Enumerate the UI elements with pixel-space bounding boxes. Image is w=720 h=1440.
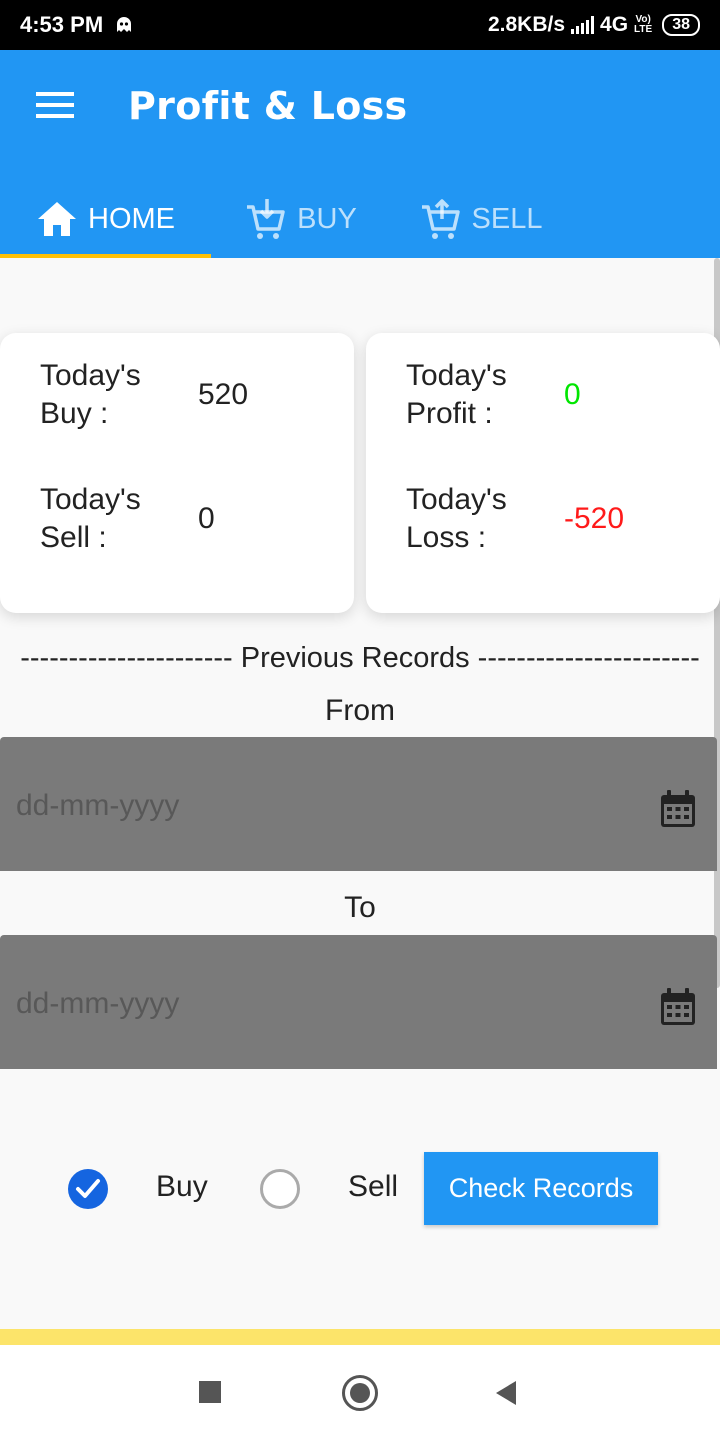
- calendar-icon[interactable]: [659, 987, 697, 1027]
- previous-records-title: ---------------------- Previous Records …: [20, 642, 700, 674]
- status-left: 4:53 PM: [20, 12, 135, 38]
- notification-icon: [117, 17, 132, 32]
- to-date-field[interactable]: [0, 935, 717, 1069]
- today-buy-value: 520: [198, 378, 249, 411]
- tab-buy[interactable]: BUY: [211, 180, 391, 258]
- today-sell-label: Today's Sell :: [40, 483, 141, 554]
- from-date-input[interactable]: [16, 789, 616, 823]
- back-icon[interactable]: [496, 1381, 516, 1405]
- volte-icon: Vo) LTE: [634, 15, 652, 35]
- from-date-field[interactable]: [0, 737, 717, 871]
- app-bar: Profit & Loss HOME BUY SELL: [0, 50, 720, 258]
- home-nav-icon[interactable]: [342, 1375, 378, 1411]
- from-label: From: [325, 694, 395, 727]
- buy-option-label[interactable]: Buy: [156, 1170, 208, 1204]
- check-records-button[interactable]: Check Records: [424, 1152, 658, 1225]
- tab-sell[interactable]: SELL: [391, 180, 571, 258]
- today-sell-row: Today's Sell : 0: [40, 481, 340, 557]
- today-profit-label: Today's Profit :: [406, 359, 507, 430]
- battery-icon: 38: [662, 14, 700, 36]
- today-profit-row: Today's Profit : 0: [406, 357, 706, 433]
- tab-sell-label: SELL: [471, 202, 543, 235]
- record-type-row: Buy Sell Check Records: [0, 1152, 720, 1226]
- signal-icon: [571, 16, 595, 34]
- today-profit-value: 0: [564, 378, 581, 411]
- volte-bottom: LTE: [634, 24, 653, 35]
- today-loss-value: -520: [564, 502, 625, 535]
- today-buy-label: Today's Buy :: [40, 359, 141, 430]
- tab-home[interactable]: HOME: [0, 180, 211, 258]
- recent-apps-icon[interactable]: [199, 1381, 221, 1403]
- sell-option-label[interactable]: Sell: [348, 1170, 398, 1204]
- today-sell-value: 0: [198, 502, 215, 535]
- bottom-accent-strip: [0, 1329, 720, 1345]
- menu-icon[interactable]: [36, 92, 76, 122]
- status-right: 2.8KB/s 4G Vo) LTE 38: [488, 13, 700, 37]
- today-loss-label: Today's Loss :: [406, 483, 507, 554]
- status-time: 4:53 PM: [20, 12, 104, 37]
- cart-download-icon: [247, 199, 285, 239]
- buy-radio-checked[interactable]: [68, 1169, 108, 1209]
- tab-home-label: HOME: [88, 202, 175, 235]
- to-label: To: [344, 891, 376, 924]
- network-speed: 2.8KB/s: [487, 13, 566, 36]
- battery-level: 38: [672, 16, 690, 33]
- tab-bar: HOME BUY SELL: [0, 180, 720, 258]
- to-date-input[interactable]: [16, 987, 616, 1021]
- cart-upload-icon: [421, 199, 460, 239]
- network-type: 4G: [600, 13, 629, 36]
- home-icon: [38, 202, 76, 236]
- tab-buy-label: BUY: [297, 202, 357, 235]
- tab-indicator: [0, 254, 211, 258]
- sell-radio[interactable]: [260, 1169, 300, 1209]
- system-nav-bar: [0, 1345, 720, 1440]
- page-title: Profit & Loss: [128, 84, 408, 128]
- today-buy-row: Today's Buy : 520: [40, 357, 340, 433]
- buy-sell-card: Today's Buy : 520 Today's Sell : 0: [0, 333, 354, 613]
- profit-loss-card: Today's Profit : 0 Today's Loss : -520: [366, 333, 720, 613]
- check-icon: [76, 1179, 100, 1198]
- today-loss-row: Today's Loss : -520: [406, 481, 706, 557]
- calendar-icon[interactable]: [659, 789, 697, 829]
- status-bar: 4:53 PM 2.8KB/s 4G Vo) LTE 38: [0, 0, 720, 50]
